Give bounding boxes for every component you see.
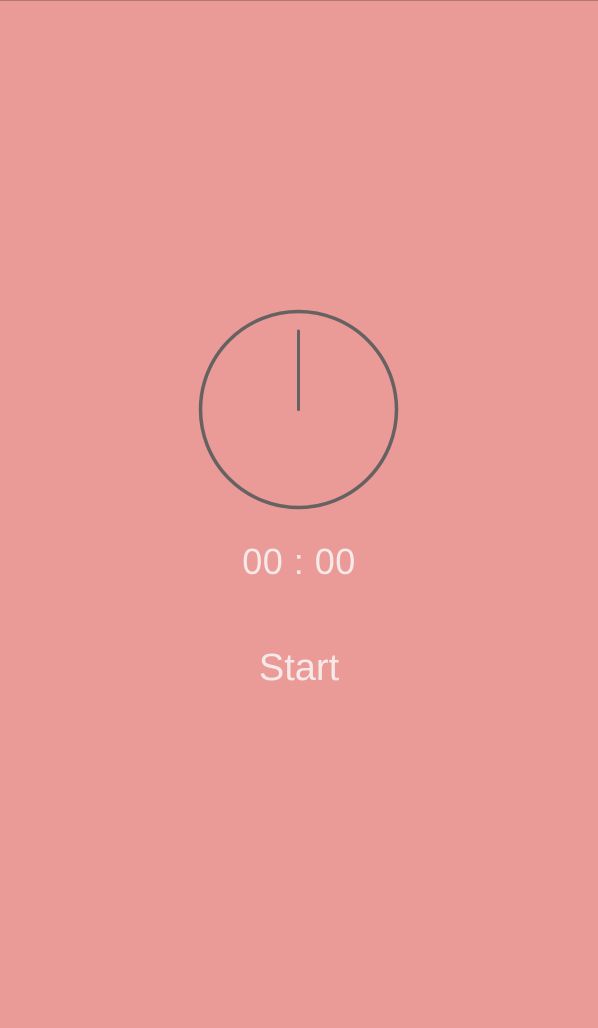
elapsed-time: 00 : 00 bbox=[242, 541, 356, 582]
timer-dial bbox=[198, 309, 399, 510]
timer-screen: 00 : 00 Start bbox=[0, 0, 598, 1028]
start-button[interactable]: Start bbox=[219, 640, 379, 696]
timer-dial-graphic bbox=[198, 309, 399, 510]
